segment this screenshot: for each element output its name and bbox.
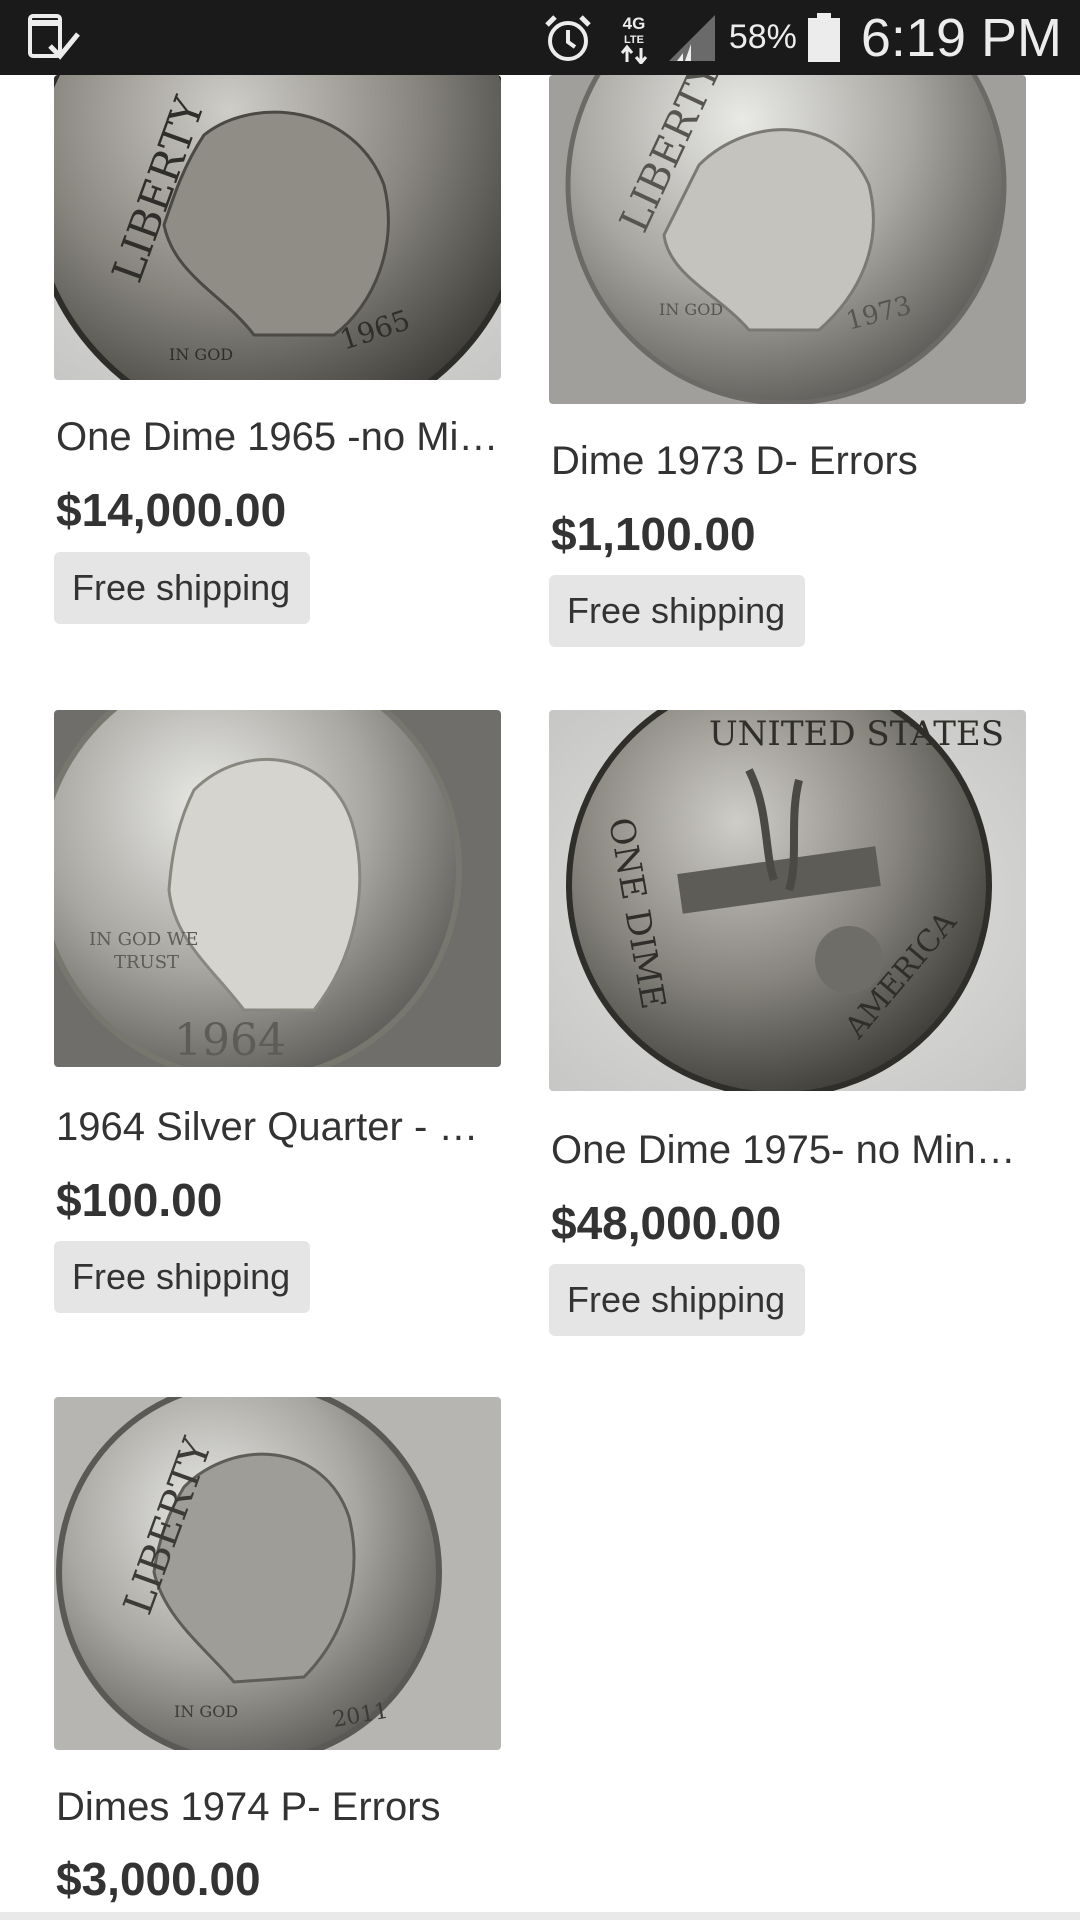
product-price: $48,000.00	[551, 1197, 782, 1249]
svg-text:IN GOD: IN GOD	[169, 345, 233, 364]
free-shipping-badge: Free shipping	[54, 1241, 310, 1313]
svg-text:4G: 4G	[622, 14, 645, 33]
svg-text:LTE: LTE	[624, 34, 644, 46]
product-image[interactable]: LIBERTY IN GOD 2011	[54, 1397, 501, 1750]
product-title[interactable]: Dime 1973 D- Errors	[551, 439, 1027, 484]
alarm-icon	[545, 14, 591, 61]
free-shipping-badge: Free shipping	[54, 552, 310, 624]
product-image[interactable]: LIBERTY IN GOD 1965	[54, 75, 501, 380]
product-price: $3,000.00	[56, 1853, 261, 1905]
product-image[interactable]: IN GOD WE TRUST 1964	[54, 710, 501, 1067]
battery-icon	[807, 12, 840, 62]
product-title[interactable]: One Dime 1965 -no Mi…	[56, 415, 502, 460]
svg-text:TRUST: TRUST	[114, 952, 179, 973]
product-title[interactable]: Dimes 1974 P- Errors	[56, 1785, 502, 1830]
product-price: $14,000.00	[56, 484, 287, 536]
product-price: $1,100.00	[551, 508, 756, 560]
download-notification-icon	[28, 14, 80, 60]
svg-text:IN GOD: IN GOD	[659, 300, 723, 319]
svg-text:IN GOD WE: IN GOD WE	[89, 929, 199, 950]
free-shipping-badge: Free shipping	[549, 575, 805, 647]
clock: 6:19 PM	[860, 7, 1062, 68]
product-price: $100.00	[56, 1174, 223, 1226]
product-image[interactable]: LIBERTY IN GOD 1973	[549, 75, 1026, 404]
product-image[interactable]: UNITED STATES ONE DIME AMERICA	[549, 710, 1026, 1091]
svg-text:IN GOD: IN GOD	[174, 1702, 238, 1721]
scroll-edge	[0, 1912, 1080, 1920]
product-title[interactable]: One Dime 1975- no Min…	[551, 1128, 1027, 1173]
battery-percentage: 58%	[728, 18, 797, 56]
status-bar: 4G LTE 58% 6:19 PM	[0, 0, 1080, 75]
svg-text:1964: 1964	[174, 1015, 286, 1066]
free-shipping-badge: Free shipping	[549, 1264, 805, 1336]
product-title[interactable]: 1964 Silver Quarter - …	[56, 1105, 502, 1150]
svg-text:UNITED STATES: UNITED STATES	[709, 714, 1004, 754]
signal-icon	[668, 14, 715, 61]
4g-lte-icon: 4G LTE	[620, 14, 647, 64]
